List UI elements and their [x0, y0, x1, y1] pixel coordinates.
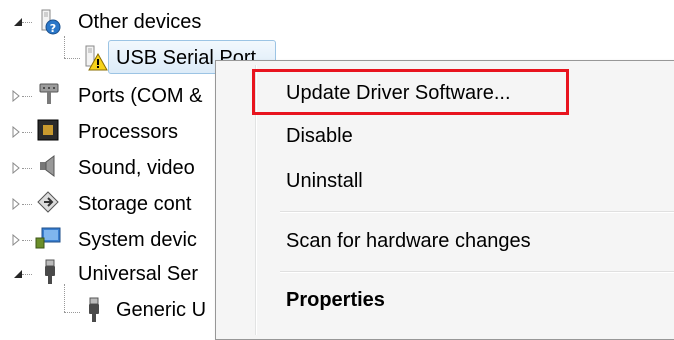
tree-item-system-devices[interactable]: System devic	[78, 224, 197, 256]
svg-text:?: ?	[50, 22, 56, 35]
tree-item-label: Universal Ser	[78, 263, 199, 285]
tree-item-label: Sound, video	[78, 157, 195, 179]
menu-item-label: Scan for hardware changes	[286, 229, 531, 252]
usb-icon	[36, 258, 64, 286]
tree-item-universal-serial-bus[interactable]: Universal Ser	[78, 258, 198, 290]
expand-arrow-icon[interactable]	[10, 162, 22, 174]
tree-item-storage-controllers[interactable]: Storage cont	[78, 188, 191, 220]
tree-item-label: Generic U	[116, 299, 207, 321]
collapse-arrow-icon[interactable]	[12, 268, 24, 280]
tree-line	[22, 168, 32, 169]
speaker-icon	[34, 152, 62, 180]
tree-line	[22, 96, 32, 97]
expand-arrow-icon[interactable]	[10, 234, 22, 246]
menu-item-properties[interactable]: Properties	[216, 280, 674, 320]
tree-line	[22, 204, 32, 205]
tree-line	[64, 36, 65, 58]
menu-item-scan-for-hardware-changes[interactable]: Scan for hardware changes	[216, 221, 674, 261]
menu-item-label: Uninstall	[286, 169, 363, 192]
tree-item-processors[interactable]: Processors	[78, 116, 178, 148]
expand-arrow-icon[interactable]	[10, 126, 22, 138]
tree-line	[64, 312, 80, 313]
tree-item-generic-usb[interactable]: Generic U	[116, 294, 206, 326]
menu-item-label: Disable	[286, 124, 353, 147]
system-device-icon	[34, 224, 62, 252]
tree-line	[64, 284, 65, 312]
storage-icon	[34, 188, 62, 216]
menu-item-uninstall[interactable]: Uninstall	[216, 161, 674, 201]
expand-arrow-icon[interactable]	[10, 90, 22, 102]
menu-item-label: Properties	[286, 288, 385, 311]
annotation-highlight-box	[252, 69, 569, 115]
usb-icon	[80, 296, 108, 324]
tree-item-ports[interactable]: Ports (COM &	[78, 80, 202, 112]
menu-item-disable[interactable]: Disable	[216, 116, 674, 156]
menu-separator	[280, 211, 674, 213]
tree-item-other-devices[interactable]: Other devices	[78, 6, 201, 38]
warning-device-icon	[80, 44, 108, 72]
tree-item-label: Ports (COM &	[78, 85, 203, 107]
tree-item-label: Processors	[78, 121, 179, 143]
tree-item-label: Storage cont	[78, 193, 192, 215]
tree-item-label: System devic	[78, 229, 197, 251]
tree-line	[22, 132, 32, 133]
tree-item-label: Other devices	[78, 11, 202, 33]
tree-line	[22, 240, 32, 241]
processor-icon	[34, 116, 62, 144]
tree-item-sound-video[interactable]: Sound, video	[78, 152, 195, 184]
port-icon	[34, 80, 62, 108]
collapse-arrow-icon[interactable]	[12, 16, 24, 28]
expand-arrow-icon[interactable]	[10, 198, 22, 210]
menu-separator	[280, 271, 674, 273]
unknown-device-icon: ?	[34, 8, 62, 36]
tree-line	[64, 58, 80, 59]
